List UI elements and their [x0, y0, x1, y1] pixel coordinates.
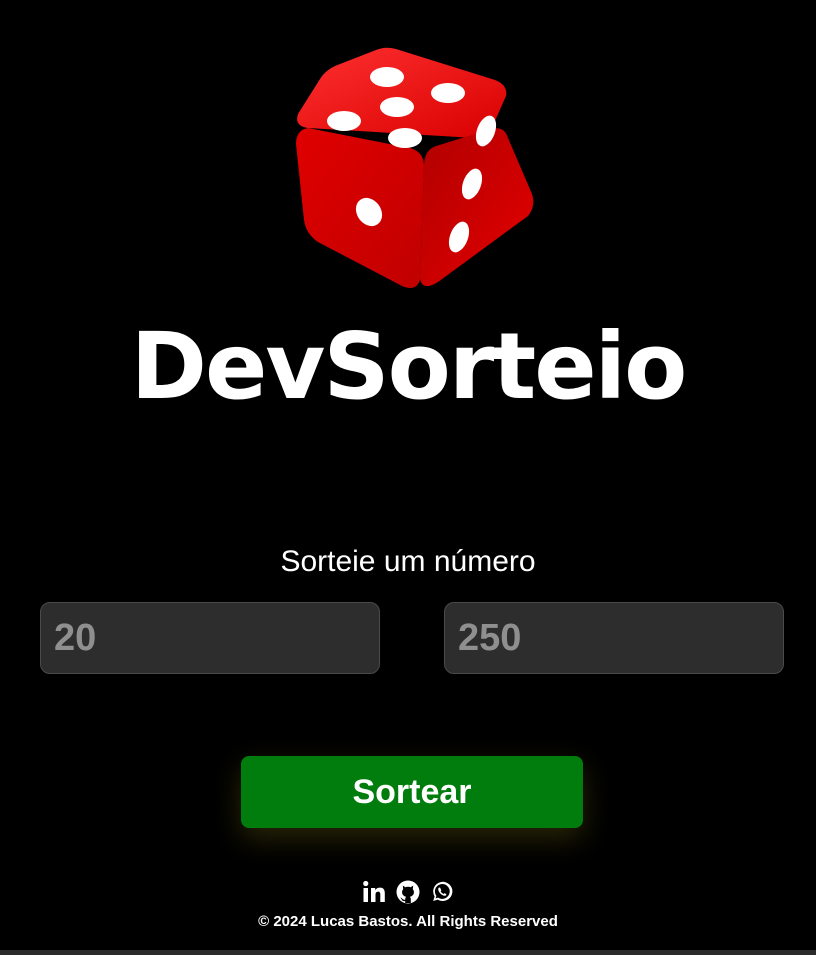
draw-button[interactable]: Sortear — [241, 756, 583, 828]
subtitle: Sorteie um número — [280, 545, 536, 578]
red-dice-icon — [290, 44, 536, 290]
linkedin-icon[interactable] — [361, 879, 387, 905]
github-icon[interactable] — [395, 879, 421, 905]
social-links — [0, 879, 816, 905]
max-number-input[interactable] — [444, 602, 784, 674]
min-number-input[interactable] — [40, 602, 380, 674]
page: DevSorteio Sorteie um número Sortear — [0, 0, 816, 955]
whatsapp-icon[interactable] — [429, 879, 455, 905]
copyright-text: © 2024 Lucas Bastos. All Rights Reserved — [258, 913, 558, 930]
app-title: DevSorteio — [130, 313, 688, 420]
bottom-divider — [0, 950, 816, 955]
